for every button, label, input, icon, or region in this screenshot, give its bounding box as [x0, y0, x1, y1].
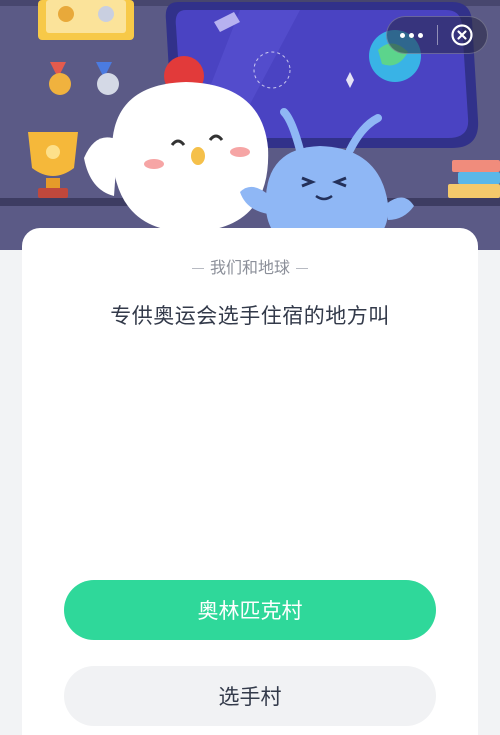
question-text: 专供奥运会选手住宿的地方叫 [110, 304, 390, 328]
silver-medal-icon [97, 73, 119, 95]
option-button-1[interactable]: 奥林匹克村 [64, 580, 436, 640]
more-menu-button[interactable] [387, 17, 437, 53]
section-title: 我们和地球 [22, 254, 478, 278]
mini-program-capsule [386, 16, 488, 54]
quiz-card: 我们和地球 专供奥运会选手住宿的地方叫 奥林匹克村 选手村 [22, 228, 478, 735]
option-label-2: 选手村 [218, 685, 282, 709]
title-dash-right [296, 268, 308, 269]
section-title-text: 我们和地球 [209, 258, 290, 277]
title-dash-left [191, 268, 204, 269]
close-button[interactable] [437, 17, 487, 53]
more-dots-icon [400, 32, 424, 38]
close-circle-icon [451, 24, 473, 46]
option-label-1: 奥林匹克村 [197, 599, 303, 623]
gold-medal-icon [49, 73, 71, 95]
option-button-2[interactable]: 选手村 [64, 666, 436, 726]
